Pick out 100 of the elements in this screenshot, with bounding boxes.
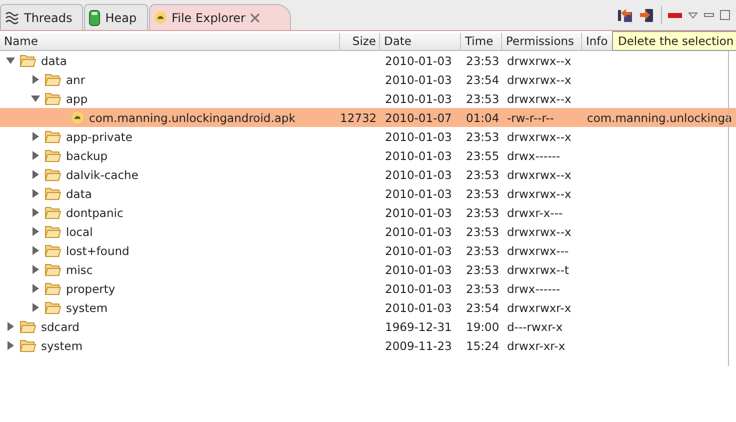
- collapsed-arrow-icon[interactable]: [31, 227, 40, 236]
- column-header[interactable]: Date: [380, 33, 461, 50]
- collapsed-arrow-icon[interactable]: [31, 303, 40, 312]
- file-time: 23:55: [466, 148, 500, 162]
- file-date: 2010-01-03: [385, 300, 452, 314]
- file-row[interactable]: com.manning.unlockingandroid.apk 12732 2010-01-07 01:04 -rw-r--r-- com.manning.unlockinga: [0, 108, 736, 127]
- pull-file-icon[interactable]: [617, 7, 633, 23]
- file-permissions: drwxrwxr-x: [507, 300, 572, 314]
- cylinder-icon: [89, 10, 100, 26]
- collapsed-arrow-icon[interactable]: [31, 189, 40, 198]
- file-time: 23:53: [466, 92, 500, 106]
- file-name: app: [66, 92, 88, 106]
- file-date: 2010-01-03: [385, 282, 452, 296]
- file-row[interactable]: lost+found 2010-01-03 23:53 drwxrwx---: [0, 241, 736, 260]
- file-row[interactable]: sdcard 1969-12-31 19:00 d---rwxr-x: [0, 317, 736, 336]
- file-permissions: -rw-r--r--: [507, 110, 554, 124]
- column-header[interactable]: Size: [340, 33, 380, 50]
- file-name: dalvik-cache: [66, 168, 138, 182]
- tooltip: Delete the selection: [612, 31, 736, 51]
- collapsed-arrow-icon[interactable]: [31, 284, 40, 293]
- push-file-icon[interactable]: [639, 7, 655, 23]
- folder-icon: [45, 73, 61, 86]
- delete-icon[interactable]: [668, 12, 682, 18]
- folder-icon: [45, 225, 61, 238]
- file-permissions: drwxrwx--x: [507, 186, 572, 200]
- file-permissions: drwxrwx--t: [507, 262, 569, 276]
- folder-icon: [45, 282, 61, 295]
- view-tab[interactable]: File Explorer: [148, 4, 292, 30]
- file-date: 2010-01-03: [385, 54, 452, 68]
- folder-icon: [20, 339, 36, 352]
- file-row[interactable]: dontpanic 2010-01-03 23:53 drwxr-x---: [0, 203, 736, 222]
- column-header[interactable]: Name: [0, 33, 340, 50]
- file-row[interactable]: misc 2010-01-03 23:53 drwxrwx--t: [0, 260, 736, 279]
- expanded-arrow-icon[interactable]: [31, 94, 40, 103]
- file-date: 2010-01-03: [385, 72, 452, 86]
- file-row[interactable]: dalvik-cache 2010-01-03 23:53 drwxrwx--x: [0, 165, 736, 184]
- file-time: 23:53: [466, 206, 500, 220]
- file-permissions: drwxrwx--x: [507, 54, 572, 68]
- collapsed-arrow-icon[interactable]: [6, 322, 15, 331]
- file-permissions: d---rwxr-x: [507, 320, 563, 334]
- file-permissions: drwxr-xr-x: [507, 338, 566, 352]
- file-name: property: [66, 282, 116, 296]
- file-permissions: drwxrwx--x: [507, 168, 572, 182]
- file-row[interactable]: backup 2010-01-03 23:55 drwx------: [0, 146, 736, 165]
- folder-icon: [45, 130, 61, 143]
- file-name: anr: [66, 72, 86, 86]
- file-name: lost+found: [66, 244, 130, 258]
- folder-icon: [20, 320, 36, 333]
- file-date: 2009-11-23: [385, 338, 452, 352]
- file-row[interactable]: system 2010-01-03 23:54 drwxrwxr-x: [0, 298, 736, 317]
- file-row[interactable]: app-private 2010-01-03 23:53 drwxrwx--x: [0, 127, 736, 146]
- file-permissions: drwxrwx---: [507, 244, 569, 258]
- view-tab[interactable]: Threads: [0, 4, 84, 30]
- maximize-icon[interactable]: [720, 10, 730, 20]
- file-info: com.manning.unlockinga: [587, 110, 732, 124]
- file-name: system: [66, 300, 108, 314]
- collapsed-arrow-icon[interactable]: [31, 75, 40, 84]
- file-row[interactable]: data 2010-01-03 23:53 drwxrwx--x: [0, 51, 736, 70]
- folder-icon: [20, 54, 36, 67]
- file-name: system: [41, 338, 83, 352]
- file-date: 2010-01-03: [385, 148, 452, 162]
- file-date: 2010-01-07: [385, 110, 452, 124]
- file-permissions: drwxrwx--x: [507, 72, 572, 86]
- file-date: 2010-01-03: [385, 224, 452, 238]
- collapsed-arrow-icon[interactable]: [31, 151, 40, 160]
- folder-icon: [45, 168, 61, 181]
- file-permissions: drwx------: [507, 282, 560, 296]
- file-row[interactable]: anr 2010-01-03 23:54 drwxrwx--x: [0, 70, 736, 89]
- file-row[interactable]: property 2010-01-03 23:53 drwx------: [0, 279, 736, 298]
- file-name: app-private: [66, 130, 132, 144]
- column-header[interactable]: Time: [461, 33, 502, 50]
- file-row[interactable]: local 2010-01-03 23:53 drwxrwx--x: [0, 222, 736, 241]
- collapsed-arrow-icon[interactable]: [31, 132, 40, 141]
- close-icon[interactable]: [250, 12, 260, 22]
- file-row[interactable]: system 2009-11-23 15:24 drwxr-xr-x: [0, 336, 736, 355]
- minimize-icon[interactable]: [704, 12, 714, 18]
- file-row[interactable]: app 2010-01-03 23:53 drwxrwx--x: [0, 89, 736, 108]
- collapsed-arrow-icon[interactable]: [6, 341, 15, 350]
- file-permissions: drwxr-x---: [507, 206, 563, 220]
- file-name: dontpanic: [66, 206, 124, 220]
- folder-icon: [45, 149, 61, 162]
- file-date: 2010-01-03: [385, 168, 452, 182]
- file-time: 19:00: [466, 320, 500, 334]
- collapsed-arrow-icon[interactable]: [31, 246, 40, 255]
- view-menu-icon[interactable]: [688, 12, 698, 18]
- folder-icon: [45, 244, 61, 257]
- folder-icon: [45, 206, 61, 219]
- column-header[interactable]: Permissions: [502, 33, 582, 50]
- file-size: 12732: [340, 110, 377, 124]
- file-time: 23:54: [466, 300, 500, 314]
- file-name: backup: [66, 148, 108, 162]
- file-date: 2010-01-03: [385, 244, 452, 258]
- collapsed-arrow-icon[interactable]: [31, 265, 40, 274]
- expanded-arrow-icon[interactable]: [6, 56, 15, 65]
- file-row[interactable]: data 2010-01-03 23:53 drwxrwx--x: [0, 184, 736, 203]
- view-tab[interactable]: Heap: [84, 4, 148, 30]
- file-date: 1969-12-31: [385, 320, 452, 334]
- file-time: 23:53: [466, 186, 500, 200]
- collapsed-arrow-icon[interactable]: [31, 208, 40, 217]
- collapsed-arrow-icon[interactable]: [31, 170, 40, 179]
